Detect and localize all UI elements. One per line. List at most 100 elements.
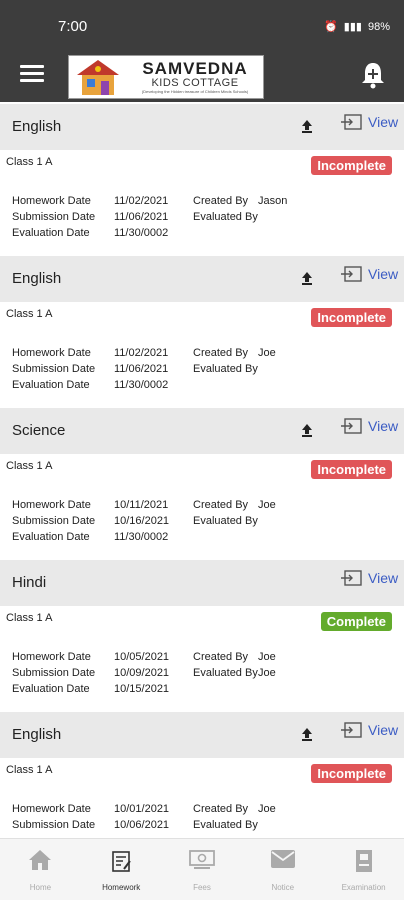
- homework-card-header: English View: [0, 256, 404, 302]
- evaluation-date-label: Evaluation Date: [12, 683, 90, 695]
- nav-examination[interactable]: Examination: [323, 839, 404, 900]
- nav-homework-label: Homework: [102, 883, 141, 892]
- homework-icon: [112, 851, 131, 872]
- homework-date-label: Homework Date: [12, 347, 91, 359]
- notification-bell-icon[interactable]: [360, 61, 386, 89]
- homework-card-header: English View: [0, 712, 404, 758]
- created-by-value: Jason: [258, 195, 288, 207]
- submission-date: 11/06/2021: [114, 363, 169, 375]
- homework-card-body: Class 1 A Complete Homework Date 10/05/2…: [0, 606, 404, 704]
- homework-subject: English: [12, 118, 62, 135]
- evaluation-date: 11/30/0002: [114, 531, 169, 543]
- homework-date-label: Homework Date: [12, 195, 91, 207]
- view-button[interactable]: View: [340, 722, 398, 738]
- homework-subject: Hindi: [12, 574, 47, 591]
- homework-card-body: Class 1 A Incomplete Homework Date 11/02…: [0, 150, 404, 248]
- created-by-label: Created By: [193, 347, 249, 359]
- bottom-navigation: Home Homework Fees Notice Examination: [0, 838, 404, 900]
- homework-subject: Science: [12, 422, 66, 439]
- view-label: View: [368, 418, 399, 434]
- homework-date-label: Homework Date: [12, 499, 91, 511]
- submission-date-label: Submission Date: [12, 667, 96, 679]
- created-by-value: Joe: [258, 651, 276, 663]
- homework-date: 10/11/2021: [114, 499, 169, 511]
- app-bar: SAMVEDNA KIDS COTTAGE (Developing the Hi…: [0, 52, 404, 102]
- created-by-value: Joe: [258, 803, 276, 815]
- notice-icon: [270, 850, 295, 868]
- class-label: Class 1 A: [6, 308, 53, 320]
- home-icon: [29, 850, 52, 870]
- view-button[interactable]: View: [340, 570, 398, 586]
- homework-date-label: Homework Date: [12, 651, 91, 663]
- homework-card-body: Class 1 A Incomplete Homework Date 10/11…: [0, 454, 404, 552]
- upload-icon[interactable]: [300, 118, 314, 134]
- homework-card-body: Class 1 A Incomplete Homework Date 10/01…: [0, 758, 404, 838]
- nav-notice-label: Notice: [271, 883, 295, 892]
- homework-card-header: Science View: [0, 408, 404, 454]
- status-badge: Incomplete: [311, 156, 392, 175]
- logo-tagline: (Developing the Hidden treasure of Child…: [141, 88, 249, 94]
- submission-date: 10/16/2021: [114, 515, 170, 527]
- nav-fees-label: Fees: [193, 883, 211, 892]
- nav-examination-label: Examination: [341, 883, 386, 892]
- created-by-label: Created By: [193, 651, 249, 663]
- evaluation-date: 11/30/0002: [114, 379, 169, 391]
- submission-date-label: Submission Date: [12, 515, 96, 527]
- status-badge: Complete: [320, 612, 392, 631]
- nav-notice[interactable]: Notice: [242, 839, 323, 900]
- house-logo-icon: [77, 60, 119, 95]
- evaluated-by-label: Evaluated By: [193, 363, 258, 375]
- status-icons: ⏰ ▮▮▮ 98%: [324, 20, 390, 34]
- evaluation-date: 10/15/2021: [114, 683, 170, 695]
- view-icon: [341, 722, 362, 738]
- view-button[interactable]: View: [340, 418, 398, 434]
- homework-date: 11/02/2021: [114, 195, 169, 207]
- status-bar: 7:00 ⏰ ▮▮▮ 98%: [0, 0, 404, 52]
- homework-date-label: Homework Date: [12, 803, 91, 815]
- nav-home-label: Home: [29, 883, 52, 892]
- view-icon: [341, 266, 362, 282]
- view-label: View: [368, 722, 399, 738]
- homework-card-body: Class 1 A Incomplete Homework Date 11/02…: [0, 302, 404, 400]
- class-label: Class 1 A: [6, 460, 53, 472]
- menu-button[interactable]: [20, 65, 44, 85]
- view-button[interactable]: View: [340, 114, 398, 130]
- status-badge: Incomplete: [311, 460, 392, 479]
- class-label: Class 1 A: [6, 612, 53, 624]
- upload-icon[interactable]: [300, 270, 314, 286]
- view-icon: [341, 114, 362, 130]
- homework-date: 10/01/2021: [114, 803, 170, 815]
- evaluation-date-label: Evaluation Date: [12, 379, 90, 391]
- submission-date-label: Submission Date: [12, 363, 96, 375]
- upload-icon[interactable]: [300, 422, 314, 438]
- upload-icon[interactable]: [300, 726, 314, 742]
- school-logo: SAMVEDNA KIDS COTTAGE (Developing the Hi…: [68, 55, 264, 99]
- nav-home[interactable]: Home: [0, 839, 81, 900]
- class-label: Class 1 A: [6, 764, 53, 776]
- created-by-value: Joe: [258, 499, 276, 511]
- submission-date: 10/09/2021: [114, 667, 170, 679]
- nav-fees[interactable]: Fees: [162, 839, 243, 900]
- logo-subtitle: KIDS COTTAGE: [151, 76, 239, 89]
- evaluated-by-label: Evaluated By: [193, 667, 258, 679]
- battery-level: 98%: [367, 20, 390, 33]
- created-by-value: Joe: [258, 347, 276, 359]
- homework-subject: English: [12, 270, 62, 287]
- homework-card-header: Hindi View: [0, 560, 404, 606]
- evaluated-by-label: Evaluated By: [193, 819, 258, 831]
- created-by-label: Created By: [193, 803, 249, 815]
- evaluation-date-label: Evaluation Date: [12, 531, 90, 543]
- homework-card-header: English View: [0, 104, 404, 150]
- evaluated-by-label: Evaluated By: [193, 515, 258, 527]
- fees-icon: [189, 850, 215, 869]
- status-time: 7:00: [58, 18, 88, 35]
- submission-date: 11/06/2021: [114, 211, 169, 223]
- nav-homework[interactable]: Homework: [81, 839, 162, 900]
- view-button[interactable]: View: [340, 266, 398, 282]
- created-by-label: Created By: [193, 195, 249, 207]
- view-label: View: [368, 114, 399, 130]
- homework-date: 10/05/2021: [114, 651, 170, 663]
- homework-subject: English: [12, 726, 62, 743]
- evaluated-by-value: Joe: [258, 667, 276, 679]
- alarm-icon: ⏰: [324, 21, 338, 33]
